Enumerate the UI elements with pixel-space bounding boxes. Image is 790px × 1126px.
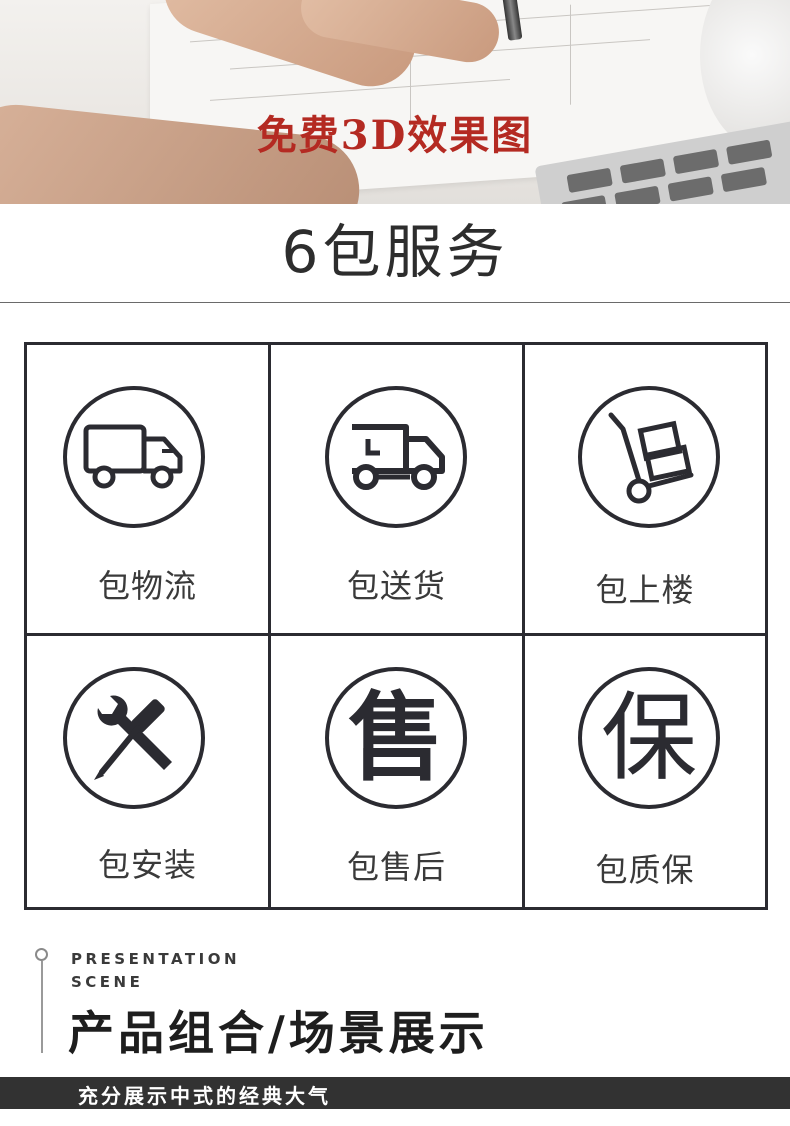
- presentation-subtitle: 充分展示中式的经典大气: [78, 1084, 331, 1108]
- timeline-line: [41, 961, 43, 1053]
- presentation-en-line1: PRESENTATION: [71, 950, 241, 968]
- hand-trolley-icon: [578, 386, 720, 528]
- service-label: 包质保: [595, 851, 695, 889]
- after-sale-glyph: 售: [348, 682, 444, 794]
- warranty-icon: 保: [578, 667, 720, 809]
- timeline-dot-icon: [35, 948, 48, 961]
- service-label: 包安装: [97, 846, 197, 884]
- service-card-installation[interactable]: 包安装: [27, 636, 268, 907]
- services-grid: 包物流 包送货 包上楼 包安装 售 包售后 保 包质保: [24, 342, 768, 910]
- presentation-title: 产品组合/场景展示: [68, 1006, 489, 1060]
- service-label: 包售后: [346, 848, 446, 886]
- section-title: 6包服务: [281, 218, 509, 286]
- warranty-glyph: 保: [601, 682, 697, 794]
- truck-icon: [63, 386, 205, 528]
- hero-title: 免费3D效果图: [256, 112, 534, 159]
- divider: [0, 302, 790, 303]
- tools-icon: [63, 667, 205, 809]
- service-card-logistics[interactable]: 包物流: [27, 345, 268, 633]
- after-sale-icon: 售: [325, 667, 467, 809]
- service-label: 包送货: [346, 567, 446, 605]
- hero-banner: 免费3D效果图: [0, 0, 790, 204]
- presentation-en-line2: SCENE: [71, 973, 144, 991]
- service-card-warranty[interactable]: 保 包质保: [525, 636, 765, 907]
- service-card-upstairs[interactable]: 包上楼: [525, 345, 765, 633]
- service-label: 包上楼: [595, 571, 695, 609]
- service-label: 包物流: [97, 567, 197, 605]
- service-card-after-sales[interactable]: 售 包售后: [271, 636, 522, 907]
- delivery-truck-icon: [325, 386, 467, 528]
- service-card-delivery[interactable]: 包送货: [271, 345, 522, 633]
